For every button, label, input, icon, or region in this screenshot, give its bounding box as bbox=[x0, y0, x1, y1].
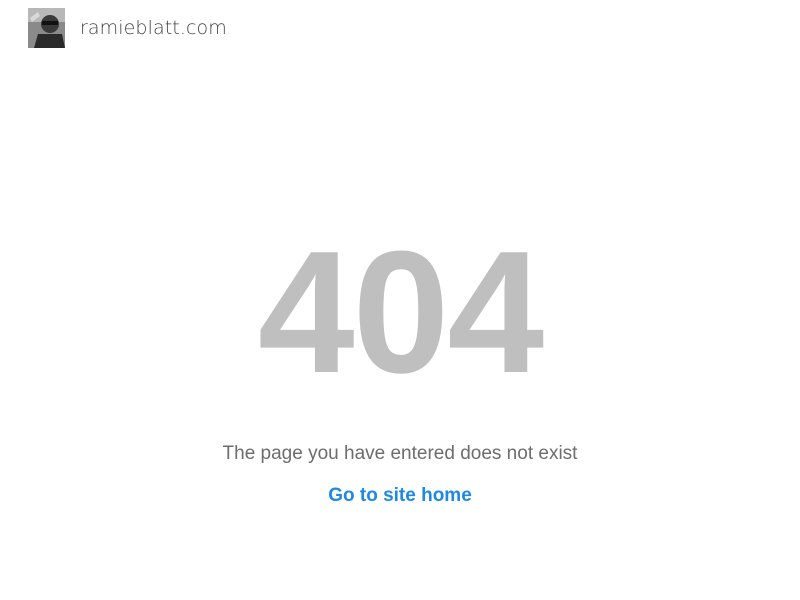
error-message: The page you have entered does not exist bbox=[222, 443, 578, 464]
error-code: 404 bbox=[257, 214, 544, 409]
site-header-link[interactable]: ramieblatt.com bbox=[28, 8, 227, 48]
home-link-container: Go to site home bbox=[0, 485, 800, 507]
go-to-site-home-link[interactable]: Go to site home bbox=[328, 485, 472, 506]
site-name: ramieblatt.com bbox=[80, 17, 227, 39]
page: ramieblatt.com 404 The page you have ent… bbox=[0, 0, 800, 600]
avatar bbox=[28, 8, 65, 48]
